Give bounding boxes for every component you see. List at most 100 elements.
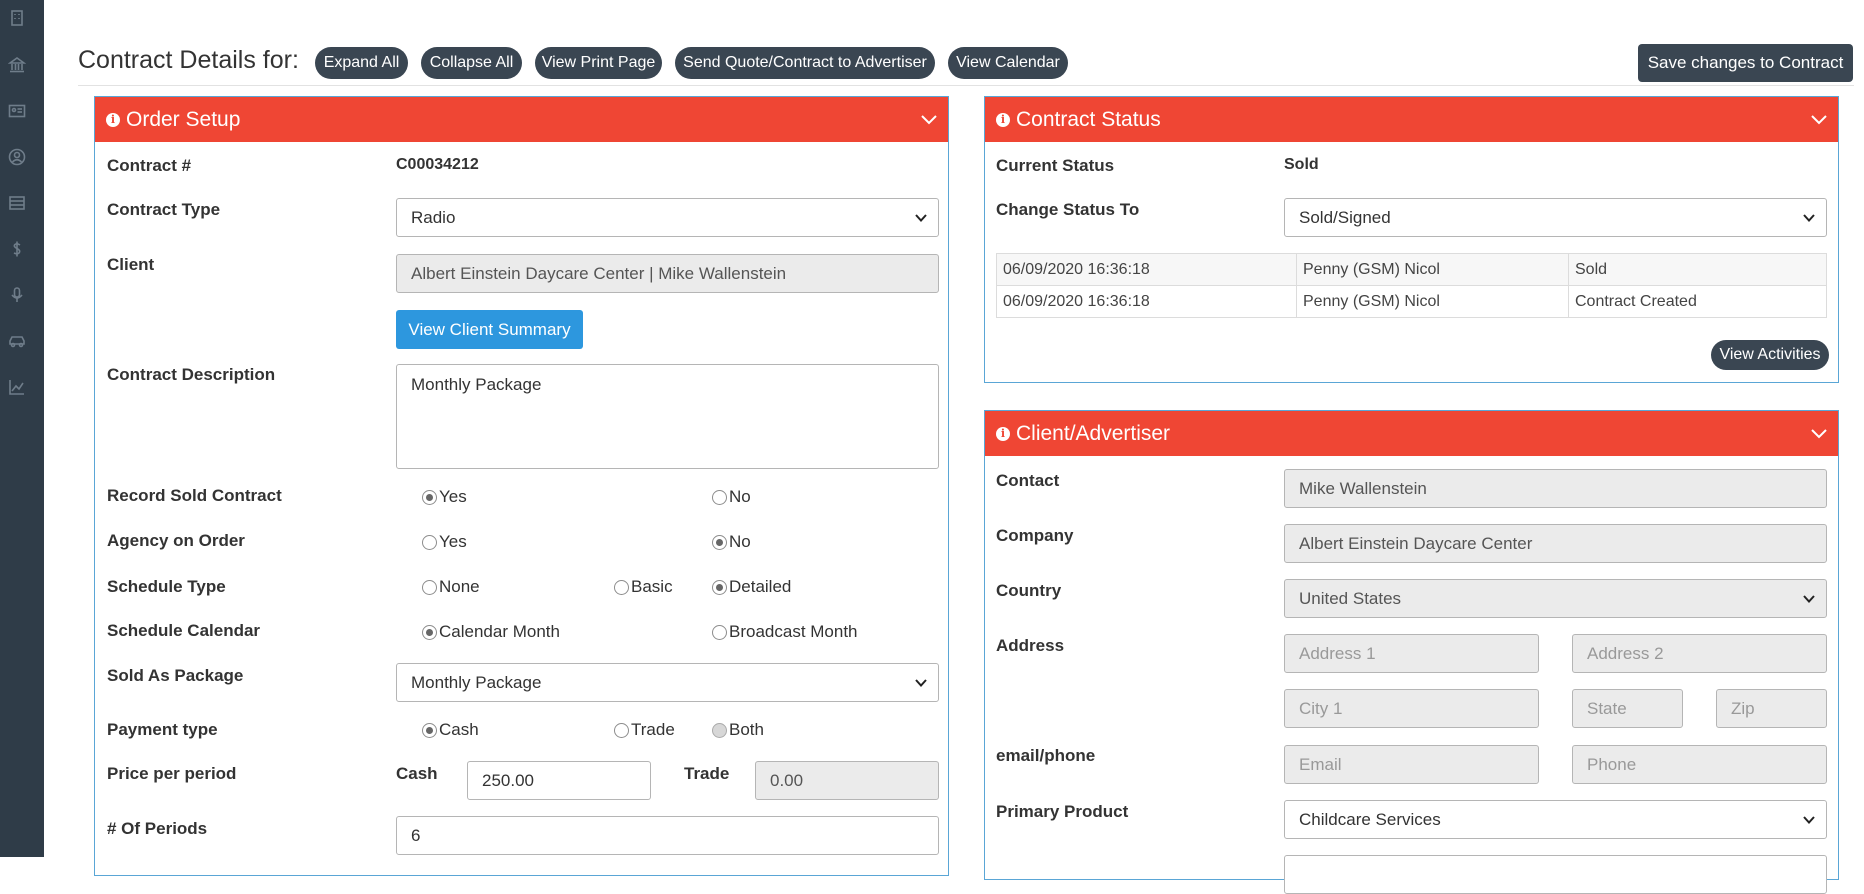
payment-both-radio[interactable]: Both (712, 720, 764, 740)
microphone-icon[interactable] (7, 286, 27, 304)
dollar-icon[interactable] (7, 240, 27, 258)
schedule-type-basic-radio[interactable]: Basic (614, 577, 673, 597)
activity-table: 06/09/2020 16:36:18 Penny (GSM) Nicol So… (996, 253, 1827, 318)
schedule-calendar-label: Schedule Calendar (107, 621, 260, 641)
radio-button[interactable] (712, 625, 727, 640)
country-value: United States (1299, 589, 1401, 609)
radio-button[interactable] (712, 535, 727, 550)
radio-button[interactable] (712, 723, 727, 738)
view-calendar-button[interactable]: View Calendar (948, 47, 1068, 79)
contract-type-select[interactable]: Radio (396, 198, 939, 237)
chart-line-icon[interactable] (7, 378, 27, 396)
contract-status-panel: i Contract Status Current Status Sold Ch… (984, 96, 1839, 383)
radio-label: Broadcast Month (729, 622, 858, 642)
phone-input[interactable]: Phone (1572, 745, 1827, 784)
chevron-down-icon[interactable] (1810, 424, 1828, 442)
calendar-month-radio[interactable]: Calendar Month (422, 622, 560, 642)
radio-label: Yes (439, 487, 467, 507)
collapse-all-button[interactable]: Collapse All (421, 47, 522, 79)
bank-icon[interactable] (7, 56, 27, 74)
save-changes-button[interactable]: Save changes to Contract (1638, 44, 1853, 82)
address2-input[interactable]: Address 2 (1572, 634, 1827, 673)
expand-all-button[interactable]: Expand All (315, 47, 408, 79)
contract-status-title: Contract Status (1016, 108, 1161, 132)
contact-label: Contact (996, 471, 1059, 491)
order-setup-header[interactable]: i Order Setup (95, 97, 948, 142)
next-field[interactable] (1284, 855, 1827, 894)
building-icon[interactable] (7, 9, 27, 27)
periods-label: # Of Periods (107, 819, 207, 839)
payment-cash-radio[interactable]: Cash (422, 720, 479, 740)
radio-button[interactable] (712, 490, 727, 505)
contract-status-header[interactable]: i Contract Status (985, 97, 1838, 142)
city-input[interactable]: City 1 (1284, 689, 1539, 728)
info-icon: i (996, 427, 1010, 441)
id-card-icon[interactable] (7, 102, 27, 120)
radio-label: Calendar Month (439, 622, 560, 642)
agency-no-radio[interactable]: No (712, 532, 751, 552)
record-sold-yes-radio[interactable]: Yes (422, 487, 467, 507)
radio-label: Detailed (729, 577, 791, 597)
radio-button[interactable] (422, 580, 437, 595)
car-icon[interactable] (7, 332, 27, 350)
state-input[interactable]: State (1572, 689, 1683, 728)
country-select[interactable]: United States (1284, 579, 1827, 618)
radio-button[interactable] (712, 580, 727, 595)
radio-button[interactable] (422, 723, 437, 738)
radio-button[interactable] (422, 625, 437, 640)
periods-input[interactable]: 6 (396, 816, 939, 855)
address1-input[interactable]: Address 1 (1284, 634, 1539, 673)
record-sold-no-radio[interactable]: No (712, 487, 751, 507)
email-input[interactable]: Email (1284, 745, 1539, 784)
activity-user: Penny (GSM) Nicol (1297, 286, 1569, 318)
activity-user: Penny (GSM) Nicol (1297, 254, 1569, 286)
client-advertiser-panel: i Client/Advertiser Contact Mike Wallens… (984, 410, 1839, 880)
client-advertiser-header[interactable]: i Client/Advertiser (985, 411, 1838, 456)
cash-label: Cash (396, 764, 438, 784)
radio-label: No (729, 487, 751, 507)
change-status-label: Change Status To (996, 200, 1139, 220)
radio-button[interactable] (614, 580, 629, 595)
send-quote-button[interactable]: Send Quote/Contract to Advertiser (675, 47, 935, 79)
chevron-down-icon (1802, 813, 1816, 827)
client-advertiser-title: Client/Advertiser (1016, 422, 1170, 446)
view-activities-button[interactable]: View Activities (1711, 340, 1829, 370)
activity-action: Sold (1569, 254, 1827, 286)
change-status-select[interactable]: Sold/Signed (1284, 198, 1827, 237)
cash-input[interactable]: 250.00 (467, 761, 651, 800)
client-field[interactable]: Albert Einstein Daycare Center | Mike Wa… (396, 254, 939, 293)
sold-as-package-select[interactable]: Monthly Package (396, 663, 939, 702)
sidebar (0, 0, 44, 857)
trade-input[interactable]: 0.00 (755, 761, 939, 800)
schedule-type-none-radio[interactable]: None (422, 577, 480, 597)
contact-field[interactable]: Mike Wallenstein (1284, 469, 1827, 508)
chevron-down-icon[interactable] (920, 110, 938, 128)
contract-number-label: Contract # (107, 156, 191, 176)
contract-description-textarea[interactable]: Monthly Package (396, 364, 939, 469)
sold-as-package-value: Monthly Package (411, 673, 541, 693)
record-sold-label: Record Sold Contract (107, 486, 282, 506)
view-print-page-button[interactable]: View Print Page (535, 47, 662, 79)
radio-label: Basic (631, 577, 673, 597)
list-icon[interactable] (7, 194, 27, 212)
radio-label: No (729, 532, 751, 552)
broadcast-month-radio[interactable]: Broadcast Month (712, 622, 858, 642)
user-circle-icon[interactable] (7, 148, 27, 166)
radio-button[interactable] (614, 723, 629, 738)
radio-button[interactable] (422, 490, 437, 505)
company-field[interactable]: Albert Einstein Daycare Center (1284, 524, 1827, 563)
primary-product-select[interactable]: Childcare Services (1284, 800, 1827, 839)
payment-trade-radio[interactable]: Trade (614, 720, 675, 740)
primary-product-label: Primary Product (996, 802, 1128, 822)
contract-description-label: Contract Description (107, 365, 275, 385)
table-row: 06/09/2020 16:36:18 Penny (GSM) Nicol So… (997, 254, 1827, 286)
current-status-label: Current Status (996, 156, 1114, 176)
view-client-summary-button[interactable]: View Client Summary (396, 310, 583, 349)
zip-input[interactable]: Zip (1716, 689, 1827, 728)
chevron-down-icon[interactable] (1810, 110, 1828, 128)
price-per-period-label: Price per period (107, 764, 236, 784)
order-setup-panel: i Order Setup Contract # C00034212 Contr… (94, 96, 949, 876)
radio-button[interactable] (422, 535, 437, 550)
schedule-type-detailed-radio[interactable]: Detailed (712, 577, 791, 597)
agency-yes-radio[interactable]: Yes (422, 532, 467, 552)
